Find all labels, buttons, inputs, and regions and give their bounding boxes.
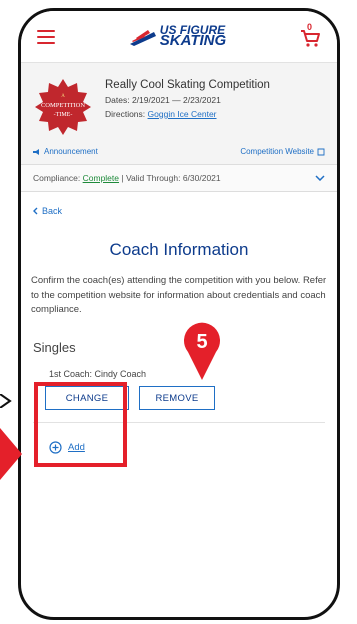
pointer-arrow-icon <box>0 394 12 408</box>
compliance-status[interactable]: Complete <box>83 173 119 183</box>
usfs-logo[interactable]: US FIGURE SKATING <box>128 24 227 50</box>
page-intro: Confirm the coach(es) attending the comp… <box>31 275 327 316</box>
highlight-box <box>34 382 127 467</box>
chevron-down-icon[interactable] <box>315 175 325 181</box>
dates-value: 2/19/2021 — 2/23/2021 <box>131 95 221 105</box>
logo-line-2: SKATING <box>159 32 227 50</box>
cart-icon[interactable]: 0 <box>299 22 321 48</box>
step-marker-5: 5 <box>184 322 220 380</box>
directions-link[interactable]: Goggin Ice Center <box>148 109 217 119</box>
step-number: 5 <box>196 331 207 353</box>
competition-directions: Directions: Goggin Ice Center <box>105 109 270 119</box>
hamburger-menu-icon[interactable] <box>37 29 55 44</box>
announcement-icon <box>33 148 39 155</box>
website-label: Competition Website <box>240 147 314 156</box>
badge-text-bottom: -TIME- <box>54 112 73 118</box>
announcement-label: Announcement <box>44 147 98 156</box>
chevron-left-icon <box>33 207 38 215</box>
badge-text-a: A <box>61 94 65 99</box>
directions-label: Directions: <box>105 109 146 119</box>
back-link[interactable]: Back <box>21 192 74 216</box>
singles-section-title: Singles <box>33 340 76 356</box>
remove-button[interactable]: REMOVE <box>139 386 215 411</box>
top-bar: US FIGURE SKATING 0 <box>21 11 337 63</box>
competition-website-link[interactable]: Competition Website <box>240 147 325 156</box>
dates-label: Dates: <box>105 95 130 105</box>
competition-badge-image: A COMPETITION -TIME- <box>35 79 91 135</box>
logo-wordmark: US FIGURE SKATING <box>159 24 227 50</box>
competition-title: Really Cool Skating Competition <box>105 79 270 91</box>
badge-text-top: COMPETITION <box>41 102 85 109</box>
coach-line: 1st Coach: Cindy Coach <box>49 369 147 380</box>
compliance-label: Compliance: <box>33 173 81 183</box>
cart-count-badge: 0 <box>306 21 312 32</box>
page-title: Coach Information <box>109 240 249 259</box>
back-label: Back <box>42 206 63 216</box>
compliance-valid-through: | Valid Through: 6/30/2021 <box>121 173 221 183</box>
skater-logo-icon <box>129 29 156 46</box>
competition-card: A COMPETITION -TIME- Really Cool Skating… <box>21 63 337 164</box>
phone-frame: US FIGURE SKATING 0 A COMPETITION -TIME-… <box>18 8 340 620</box>
external-link-icon <box>317 148 325 155</box>
pointer-arrow-red-icon <box>0 428 22 480</box>
competition-dates: Dates: 2/19/2021 — 2/23/2021 <box>105 95 270 105</box>
compliance-bar[interactable]: Compliance: Complete | Valid Through: 6/… <box>21 164 337 192</box>
announcement-link[interactable]: Announcement <box>33 147 98 156</box>
